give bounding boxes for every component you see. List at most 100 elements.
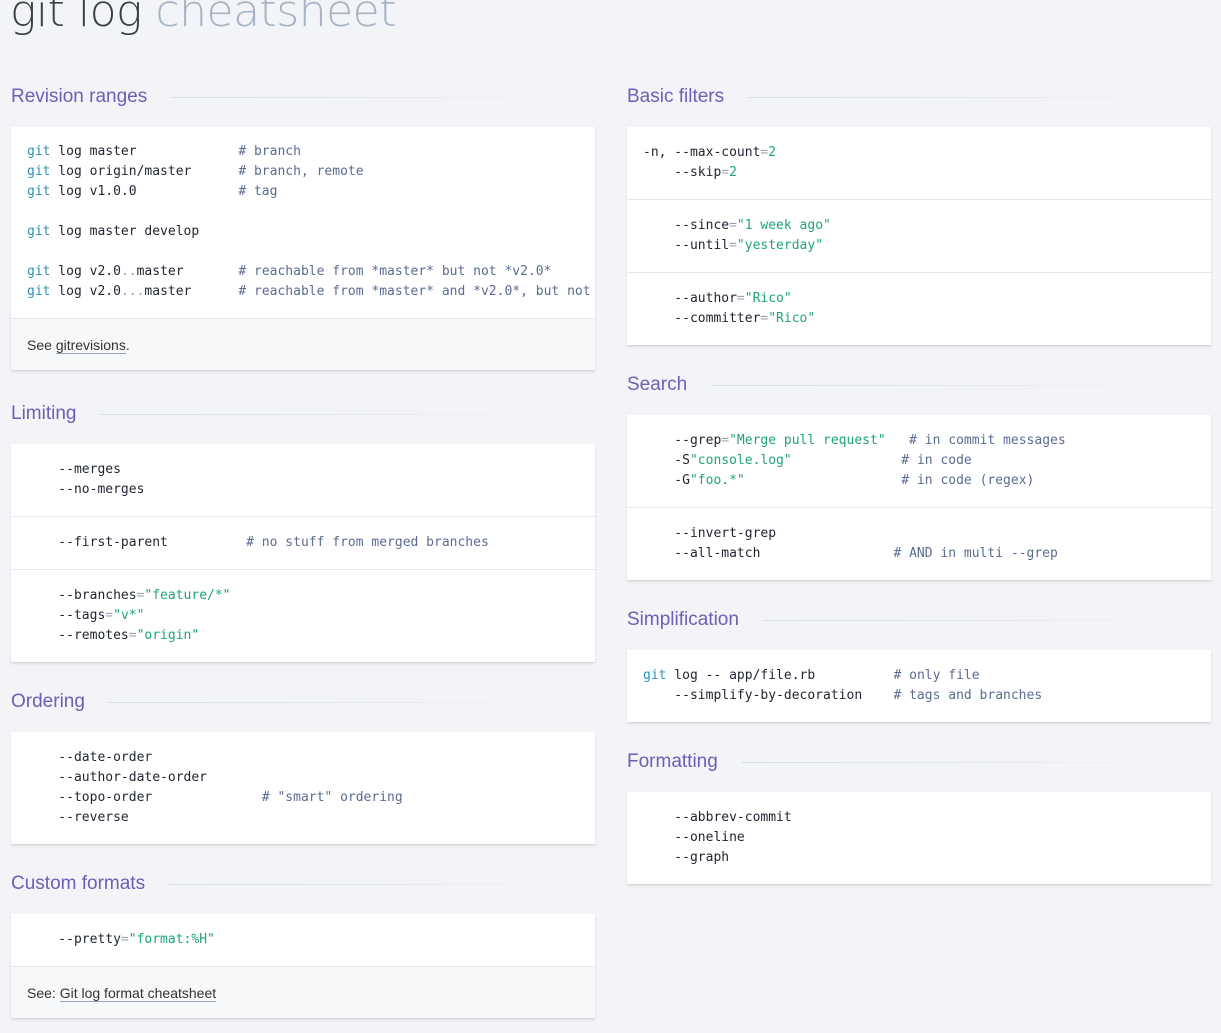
code-text: --until: [643, 238, 730, 253]
code-lines: --date-order --author-date-order --topo-…: [27, 748, 579, 828]
code-comment: # reachable from *master* but not *v2.0*: [238, 264, 552, 279]
card-basic-filters: -n, --max-count=2 --skip=2 --since="1 we…: [627, 127, 1211, 345]
code-text: --remotes: [27, 628, 129, 643]
note-revision-ranges: See gitrevisions.: [11, 319, 595, 370]
code-text: log origin/master: [50, 164, 239, 179]
gitrevisions-link[interactable]: gitrevisions: [55, 337, 126, 354]
code-text: log master: [50, 144, 239, 159]
code-block: --branches="feature/*" --tags="v*" --rem…: [11, 570, 595, 662]
code-text: --reverse: [27, 810, 129, 825]
code-block: --abbrev-commit --oneline --graph: [627, 792, 1211, 884]
code-text: log v2.0: [50, 284, 121, 299]
code-block: git log -- app/file.rb # only file --sim…: [627, 650, 1211, 722]
code-text: --author-date-order: [27, 770, 208, 785]
code-comment: # tag: [238, 184, 278, 199]
code-value: "yesterday": [736, 238, 824, 253]
code-keyword: git: [27, 264, 51, 279]
page-title: git log cheatsheet: [10, 0, 396, 37]
code-comment: # no stuff from merged branches: [246, 535, 489, 550]
code-lines: -n, --max-count=2 --skip=2: [643, 143, 1195, 183]
code-text: --date-order: [27, 750, 153, 765]
code-value: "format:%H": [128, 932, 215, 947]
card-ordering: --date-order --author-date-order --topo-…: [11, 732, 595, 844]
heading-rule: [108, 701, 595, 703]
code-text: =: [729, 238, 737, 253]
code-block: --pretty="format:%H": [11, 914, 595, 967]
card-formatting: --abbrev-commit --oneline --graph: [627, 792, 1211, 884]
code-comment: # in commit messages: [909, 433, 1066, 448]
code-text: log v2.0: [50, 264, 121, 279]
code-block: git log master # branch git log origin/m…: [11, 127, 595, 319]
code-text: ..: [120, 264, 137, 279]
code-comment: # reachable from *master* and *v2.0*, bu…: [238, 284, 595, 299]
code-text: log master develop: [50, 224, 200, 239]
code-text: -n, --max-count: [643, 145, 761, 160]
code-text: --no-merges: [27, 482, 145, 497]
code-lines: git log master # branch git log origin/m…: [27, 142, 591, 302]
code-block: --author="Rico" --committer="Rico": [627, 273, 1211, 345]
code-text: --oneline: [643, 830, 745, 845]
heading-rule: [100, 413, 595, 415]
code-block: -n, --max-count=2 --skip=2: [627, 127, 1211, 200]
card-revision-ranges: git log master # branch git log origin/m…: [11, 127, 595, 370]
section-heading-formatting: Formatting: [627, 747, 1211, 777]
code-text: --invert-grep: [643, 526, 777, 541]
code-text: --since: [643, 218, 730, 233]
code-value: "Merge pull request": [729, 433, 886, 448]
heading-rule: [169, 883, 595, 885]
code-text: -S: [643, 453, 690, 468]
code-lines: --pretty="format:%H": [27, 930, 579, 950]
section-heading-search: Search: [627, 370, 1211, 400]
section-heading-ordering: Ordering: [11, 687, 595, 717]
code-text: =: [128, 628, 137, 643]
code-text: =: [721, 165, 730, 180]
section-heading-revision-ranges: Revision ranges: [11, 82, 595, 112]
code-text: --committer: [643, 311, 761, 326]
heading-rule: [711, 384, 1211, 386]
code-lines: git log -- app/file.rb # only file --sim…: [643, 666, 1195, 706]
card-limiting: --merges --no-merges --first-parent # no…: [11, 444, 595, 662]
code-value: "console.log": [689, 453, 792, 468]
code-comment: # tags and branches: [893, 688, 1043, 703]
code-value: "origin": [136, 628, 200, 643]
code-lines: --since="1 week ago" --until="yesterday": [643, 216, 1195, 256]
code-text: --all-match: [643, 546, 894, 561]
code-text: --branches: [27, 588, 137, 603]
section-heading-simplification: Simplification: [627, 605, 1211, 635]
code-value: "Rico": [744, 291, 792, 306]
code-text: log v1.0.0: [50, 184, 239, 199]
code-block: --merges --no-merges: [11, 444, 595, 517]
code-keyword: git: [27, 144, 51, 159]
code-keyword: git: [27, 184, 51, 199]
card-simplification: git log -- app/file.rb # only file --sim…: [627, 650, 1211, 722]
code-lines: --grep="Merge pull request" # in commit …: [643, 431, 1195, 491]
code-keyword: git: [27, 284, 51, 299]
git-log-format-cheatsheet-link[interactable]: Git log format cheatsheet: [59, 985, 217, 1002]
code-keyword: git: [643, 668, 667, 683]
code-text: -G: [643, 473, 690, 488]
code-lines: --merges --no-merges: [27, 460, 579, 500]
heading-rule: [171, 96, 595, 98]
code-comment: # in code (regex): [901, 473, 1035, 488]
note-custom-formats: See: Git log format cheatsheet: [11, 967, 595, 1018]
code-text: --merges: [27, 462, 121, 477]
card-search: --grep="Merge pull request" # in commit …: [627, 415, 1211, 580]
code-text: --simplify-by-decoration: [643, 688, 894, 703]
code-value: "foo.*": [689, 473, 745, 488]
heading-rule: [748, 96, 1211, 98]
section-heading-limiting: Limiting: [11, 399, 595, 429]
code-keyword: git: [27, 164, 51, 179]
code-text: ...: [120, 284, 145, 299]
heading-rule: [741, 761, 1211, 763]
code-text: =: [721, 433, 730, 448]
code-lines: --abbrev-commit --oneline --graph: [643, 808, 1195, 868]
code-block: --grep="Merge pull request" # in commit …: [627, 415, 1211, 508]
heading-rule: [762, 619, 1211, 621]
code-comment: # in code: [901, 453, 972, 468]
code-text: master: [144, 284, 239, 299]
code-text: --topo-order: [27, 790, 262, 805]
code-value: 2: [768, 145, 777, 160]
code-block: --since="1 week ago" --until="yesterday": [627, 200, 1211, 273]
